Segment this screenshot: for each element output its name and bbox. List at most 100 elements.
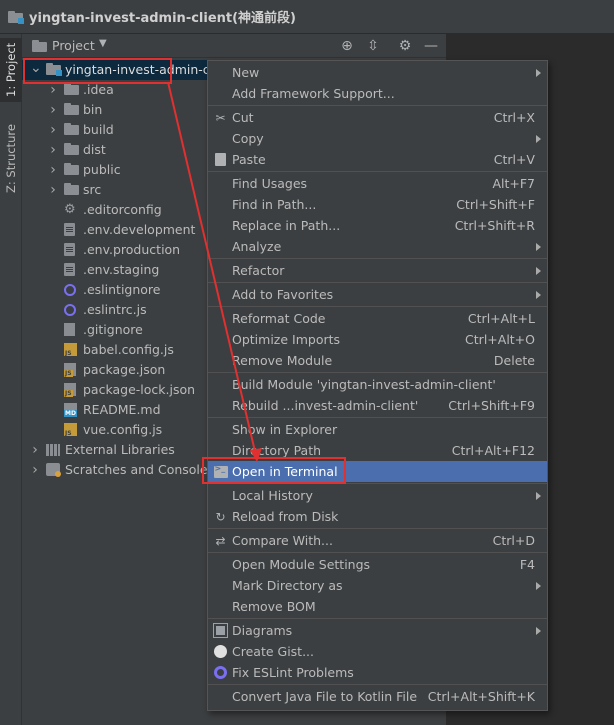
chevron-right-icon[interactable]: › — [48, 182, 58, 198]
menu-item-add-framework-support[interactable]: Add Framework Support... — [208, 83, 547, 104]
tree-item-label: .env.staging — [83, 262, 160, 277]
menu-item-cut[interactable]: ✂ Cut Ctrl+X — [208, 107, 547, 128]
tree-item-label: bin — [83, 102, 103, 117]
chevron-right-icon[interactable]: › — [48, 162, 58, 178]
menu-item-optimize-imports[interactable]: Optimize Imports Ctrl+Alt+O — [208, 329, 547, 350]
menu-item-label: Remove Module — [232, 353, 333, 368]
menu-item-label: Show in Explorer — [232, 422, 338, 437]
menu-separator — [208, 282, 547, 283]
chevron-right-icon[interactable]: › — [30, 442, 40, 458]
menu-item-analyze[interactable]: Analyze — [208, 236, 547, 257]
window-title-bar: yingtan-invest-admin-client(神通前段) — [0, 0, 614, 34]
folder-icon — [64, 123, 79, 137]
menu-item-find-usages[interactable]: Find Usages Alt+F7 — [208, 173, 547, 194]
structure-tool-tab[interactable]: Z: Structure — [0, 114, 22, 204]
reload-icon: ↻ — [215, 509, 226, 524]
menu-item-find-in-path[interactable]: Find in Path... Ctrl+Shift+F — [208, 194, 547, 215]
menu-item-new[interactable]: New — [208, 62, 547, 83]
diagrams-icon — [213, 623, 228, 638]
menu-item-shortcut: Ctrl+Alt+F12 — [451, 443, 535, 458]
menu-item-label: Local History — [232, 488, 313, 503]
collapse-all-icon[interactable]: ⇳ — [364, 37, 382, 55]
menu-separator — [208, 105, 547, 106]
menu-item-label: Build Module 'yingtan-invest-admin-clien… — [232, 377, 496, 392]
menu-separator — [208, 483, 547, 484]
tree-item-label: package.json — [83, 362, 166, 377]
menu-item-diagrams[interactable]: Diagrams — [208, 620, 547, 641]
menu-item-create-gist[interactable]: Create Gist... — [208, 641, 547, 662]
project-panel-header: Project ▼ ⊕ ⇳ ⚙ — — [22, 34, 446, 58]
menu-item-show-in-explorer[interactable]: Show in Explorer — [208, 419, 547, 440]
eslint-file-icon — [64, 283, 78, 297]
menu-item-label: New — [232, 65, 260, 80]
menu-item-label: Remove BOM — [232, 599, 316, 614]
menu-separator — [208, 258, 547, 259]
menu-item-open-module-settings[interactable]: Open Module Settings F4 — [208, 554, 547, 575]
locate-target-icon[interactable]: ⊕ — [338, 37, 356, 55]
menu-item-remove-bom[interactable]: Remove BOM — [208, 596, 547, 617]
chevron-right-icon[interactable]: › — [48, 82, 58, 98]
menu-item-shortcut: Ctrl+X — [493, 110, 535, 125]
menu-item-copy[interactable]: Copy — [208, 128, 547, 149]
chevron-right-icon[interactable]: › — [48, 102, 58, 118]
menu-item-label: Add to Favorites — [232, 287, 334, 302]
menu-item-add-to-favorites[interactable]: Add to Favorites — [208, 284, 547, 305]
chevron-down-icon[interactable]: ▼ — [99, 38, 107, 49]
eslint-icon — [213, 665, 228, 680]
menu-separator — [208, 372, 547, 373]
menu-item-convert-java-file-to-kotlin-file[interactable]: Convert Java File to Kotlin File Ctrl+Alt… — [208, 686, 547, 707]
submenu-arrow-icon — [536, 266, 541, 275]
menu-item-label: Add Framework Support... — [232, 86, 395, 101]
menu-item-label: Paste — [232, 152, 266, 167]
menu-item-open-in-terminal[interactable]: Open in Terminal — [208, 461, 547, 482]
tree-item-label: dist — [83, 142, 106, 157]
minimize-icon[interactable]: — — [422, 37, 440, 55]
cut-icon: ✂ — [215, 110, 226, 125]
menu-item-rebuild-invest-admin-client[interactable]: Rebuild ...invest-admin-client' Ctrl+Shif… — [208, 395, 547, 416]
menu-separator — [208, 528, 547, 529]
menu-separator — [208, 618, 547, 619]
menu-item-label: Convert Java File to Kotlin File — [232, 689, 418, 704]
menu-item-remove-module[interactable]: Remove Module Delete — [208, 350, 547, 371]
menu-item-shortcut: Ctrl+Alt+Shift+K — [427, 689, 535, 704]
eslint-file-icon — [64, 303, 78, 317]
menu-item-mark-directory-as[interactable]: Mark Directory as — [208, 575, 547, 596]
menu-item-label: Rebuild ...invest-admin-client' — [232, 398, 419, 413]
menu-separator — [208, 552, 547, 553]
submenu-arrow-icon — [536, 491, 541, 500]
menu-item-refactor[interactable]: Refactor — [208, 260, 547, 281]
submenu-arrow-icon — [536, 134, 541, 143]
chevron-down-icon[interactable]: ⌄ — [30, 60, 42, 76]
project-view-selector[interactable]: Project — [52, 38, 95, 53]
menu-item-paste[interactable]: Paste Ctrl+V — [208, 149, 547, 170]
menu-item-local-history[interactable]: Local History — [208, 485, 547, 506]
project-tool-tab[interactable]: 1: Project — [0, 38, 22, 102]
menu-item-directory-path[interactable]: Directory Path Ctrl+Alt+F12 — [208, 440, 547, 461]
text-file-icon — [64, 263, 78, 277]
tree-item-label: public — [83, 162, 121, 177]
tree-item-label: .idea — [83, 82, 114, 97]
git-file-icon — [64, 323, 78, 337]
menu-item-shortcut: Ctrl+V — [493, 152, 535, 167]
folder-icon — [64, 163, 79, 177]
submenu-arrow-icon — [536, 290, 541, 299]
menu-item-compare-with[interactable]: ⇄ Compare With... Ctrl+D — [208, 530, 547, 551]
menu-item-build-module-yingtan-invest-admin-client[interactable]: Build Module 'yingtan-invest-admin-clien… — [208, 374, 547, 395]
menu-item-shortcut: Ctrl+Alt+L — [467, 311, 535, 326]
tree-item-label: babel.config.js — [83, 342, 174, 357]
paste-icon — [213, 152, 228, 167]
menu-separator — [208, 684, 547, 685]
menu-item-reload-from-disk[interactable]: ↻ Reload from Disk — [208, 506, 547, 527]
gear-icon[interactable]: ⚙ — [396, 37, 414, 55]
menu-item-fix-eslint-problems[interactable]: Fix ESLint Problems — [208, 662, 547, 683]
chevron-right-icon[interactable]: › — [48, 142, 58, 158]
menu-item-label: Refactor — [232, 263, 285, 278]
project-view-icon — [32, 40, 47, 52]
menu-item-shortcut: Alt+F7 — [492, 176, 535, 191]
chevron-right-icon[interactable]: › — [30, 462, 40, 478]
menu-item-replace-in-path[interactable]: Replace in Path... Ctrl+Shift+R — [208, 215, 547, 236]
menu-item-reformat-code[interactable]: Reformat Code Ctrl+Alt+L — [208, 308, 547, 329]
chevron-right-icon[interactable]: › — [48, 122, 58, 138]
menu-item-label: Create Gist... — [232, 644, 315, 659]
markdown-file-icon — [64, 403, 78, 417]
